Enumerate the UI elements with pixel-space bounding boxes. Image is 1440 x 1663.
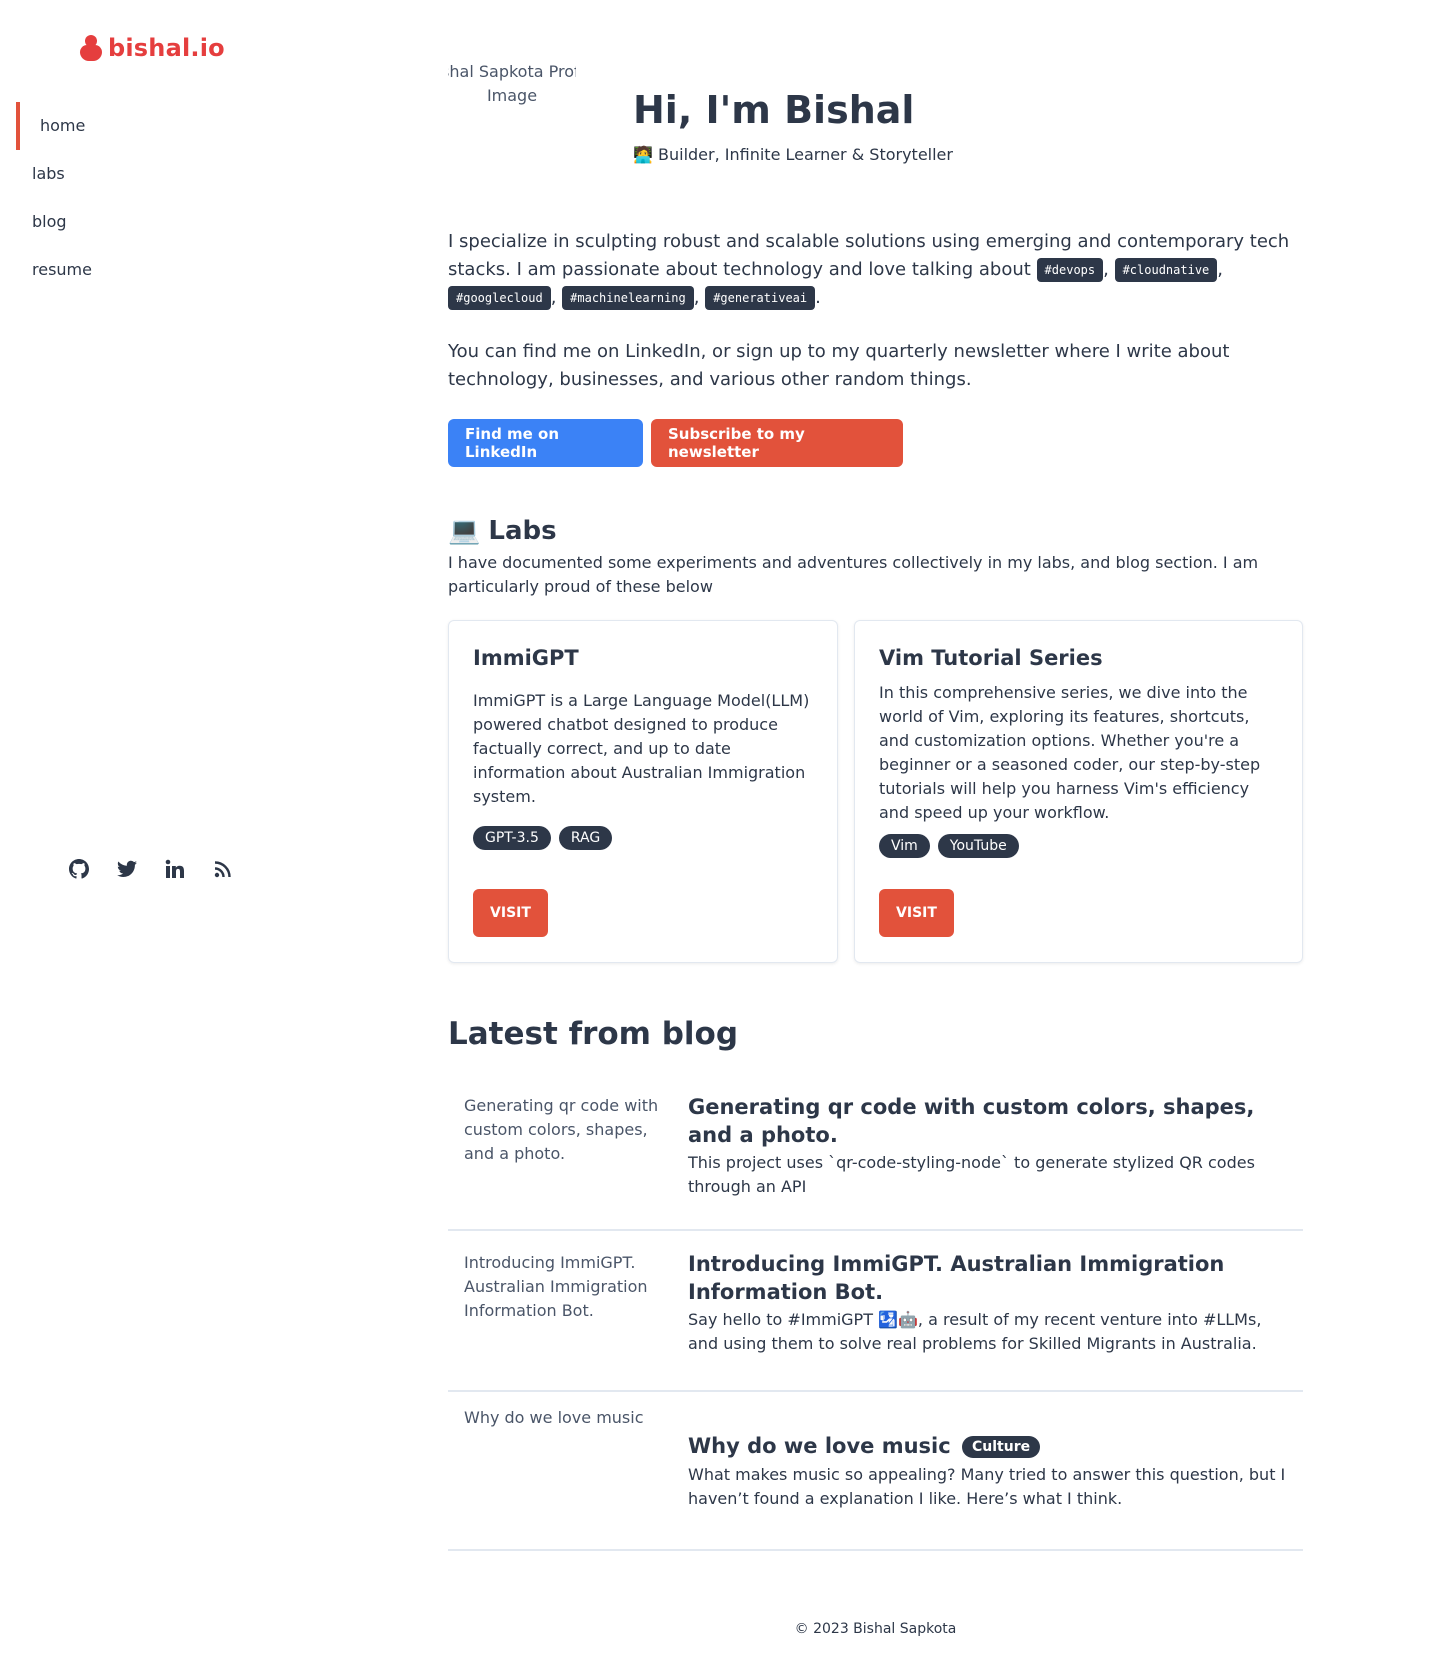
tag-googlecloud: #googlecloud — [448, 286, 551, 310]
card-title: ImmiGPT — [473, 646, 579, 670]
card-title: Vim Tutorial Series — [879, 646, 1103, 670]
labs-title: Labs — [488, 516, 557, 546]
blog-post[interactable]: Introducing ImmiGPT. Australian Immigrat… — [448, 1231, 1303, 1392]
hero-title: Hi, I'm Bishal — [633, 88, 915, 132]
laptop-icon: 💻 — [448, 516, 481, 546]
post-image: Why do we love music — [464, 1408, 644, 1427]
cta-buttons: Find me on LinkedIn Subscribe to my news… — [448, 419, 903, 467]
profile-image-alt: Bishal Sapkota Profile Image — [448, 62, 576, 105]
tag-pill: YouTube — [937, 834, 1019, 858]
tag-cloudnative: #cloudnative — [1114, 258, 1218, 282]
nav-item-home[interactable]: home — [16, 102, 276, 150]
tag-devops: #devops — [1036, 258, 1104, 282]
visit-button[interactable]: VISIT — [879, 889, 954, 937]
profile-image: Bishal Sapkota Profile Image — [448, 60, 576, 188]
nav-item-blog[interactable]: blog — [16, 198, 276, 246]
card-tags: Vim YouTube — [879, 834, 1019, 858]
find-me-text: You can find me on LinkedIn, or sign up … — [448, 341, 1230, 390]
post-description: Say hello to #ImmiGPT 🛂🤖, a result of my… — [688, 1310, 1262, 1353]
tag-pill: RAG — [558, 826, 613, 850]
post-description: What makes music so appealing? Many trie… — [688, 1465, 1286, 1508]
hero-subtitle: 🧑‍💻 Builder, Infinite Learner & Storytel… — [633, 145, 953, 164]
post-title[interactable]: Generating qr code with custom colors, s… — [688, 1093, 1288, 1149]
post-title-row[interactable]: Why do we love music Culture — [688, 1432, 1288, 1460]
tag-pill: Vim — [879, 834, 930, 858]
social-links — [68, 858, 234, 880]
blog-post[interactable]: Why do we love music Why do we love musi… — [448, 1392, 1303, 1551]
post-description: This project uses `qr-code-styling-node`… — [688, 1153, 1255, 1196]
labs-cards: ImmiGPT ImmiGPT is a Large Language Mode… — [448, 620, 1303, 963]
github-icon[interactable] — [68, 858, 90, 880]
brand-logo[interactable]: bishal.io — [80, 34, 225, 62]
linkedin-button[interactable]: Find me on LinkedIn — [448, 419, 643, 467]
footer-copyright: © 2023 Bishal Sapkota — [794, 1621, 957, 1637]
labs-heading: 💻 Labs — [448, 516, 557, 546]
twitter-icon[interactable] — [116, 858, 138, 880]
nav-item-labs[interactable]: labs — [16, 150, 276, 198]
card-tags: GPT-3.5 RAG — [473, 826, 613, 850]
tag-generativeai: #generativeai — [705, 286, 816, 310]
labs-description: I have documented some experiments and a… — [448, 553, 1259, 596]
post-image: Introducing ImmiGPT. Australian Immigrat… — [464, 1253, 648, 1320]
lab-card-vim: Vim Tutorial Series In this comprehensiv… — [854, 620, 1303, 963]
lab-card-immigpt: ImmiGPT ImmiGPT is a Large Language Mode… — [448, 620, 838, 963]
nav-item-resume[interactable]: resume — [16, 246, 276, 294]
category-badge: Culture — [962, 1436, 1041, 1458]
rss-icon[interactable] — [212, 858, 234, 880]
blog-post[interactable]: Generating qr code with custom colors, s… — [448, 1076, 1303, 1231]
card-description: ImmiGPT is a Large Language Model(LLM) p… — [473, 691, 810, 806]
visit-button[interactable]: VISIT — [473, 889, 548, 937]
brand-name: bishal.io — [108, 34, 225, 62]
tag-pill: GPT-3.5 — [473, 826, 551, 850]
linkedin-icon[interactable] — [164, 858, 186, 880]
intro-text: I specialize in sculpting robust and sca… — [448, 231, 1290, 310]
sidebar-nav: home labs blog resume — [16, 102, 276, 294]
card-description: In this comprehensive series, we dive in… — [879, 683, 1261, 822]
tag-machinelearning: #machinelearning — [562, 286, 694, 310]
newsletter-button[interactable]: Subscribe to my newsletter — [651, 419, 903, 467]
logo-icon — [80, 35, 102, 61]
post-title: Why do we love music — [688, 1434, 951, 1458]
post-image: Generating qr code with custom colors, s… — [464, 1096, 659, 1163]
post-title[interactable]: Introducing ImmiGPT. Australian Immigrat… — [688, 1250, 1288, 1306]
blog-heading: Latest from blog — [448, 1016, 739, 1052]
